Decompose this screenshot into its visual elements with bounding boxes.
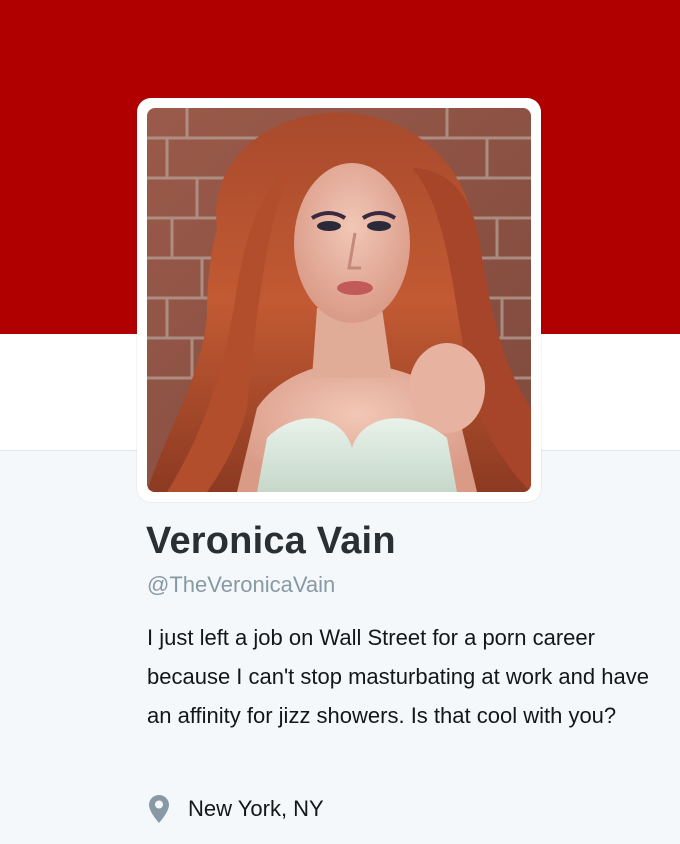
profile-bio: I just left a job on Wall Street for a p…	[147, 625, 649, 728]
profile-page: Veronica Vain @TheVeronicaVain I just le…	[0, 0, 680, 844]
profile-location: New York, NY	[148, 793, 324, 825]
location-text: New York, NY	[188, 796, 324, 821]
avatar-frame	[137, 98, 541, 502]
profile-handle[interactable]: @TheVeronicaVain	[147, 572, 335, 598]
avatar-photo	[147, 108, 531, 492]
map-pin-icon	[148, 794, 170, 824]
avatar[interactable]	[147, 108, 531, 492]
profile-name[interactable]: Veronica Vain	[146, 520, 396, 563]
